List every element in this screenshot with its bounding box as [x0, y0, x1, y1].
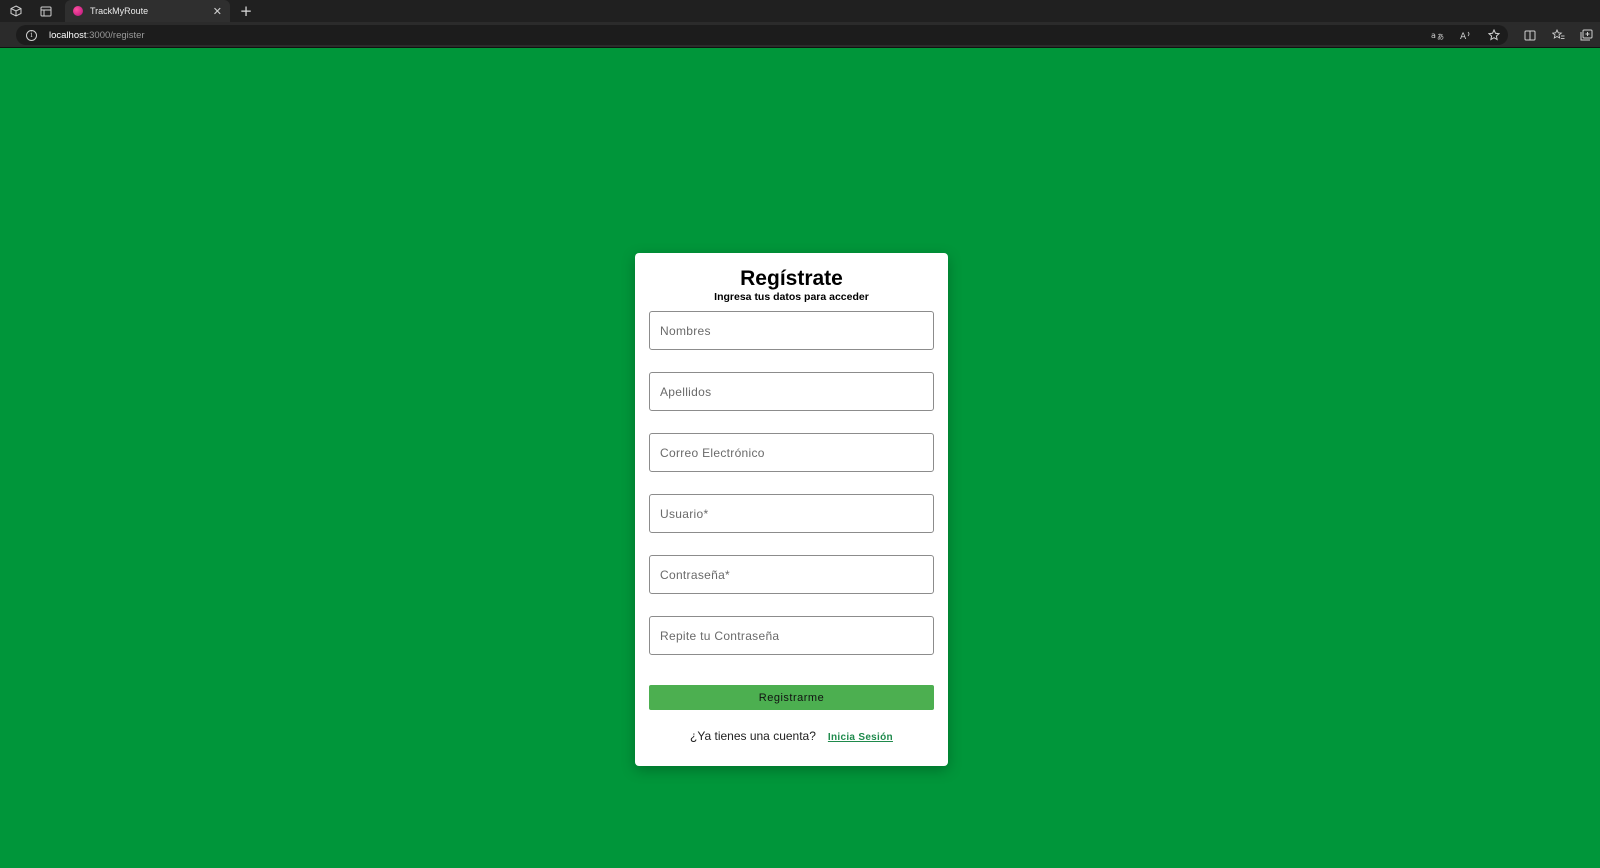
collections-icon[interactable] — [1572, 25, 1600, 45]
split-screen-icon[interactable] — [1516, 25, 1544, 45]
svg-text:a: a — [1431, 31, 1436, 40]
last-name-input[interactable] — [649, 372, 934, 411]
register-button[interactable]: Registrarme — [649, 685, 934, 710]
username-input[interactable] — [649, 494, 934, 533]
new-tab-button[interactable]: + — [236, 0, 256, 22]
app-favicon-icon — [73, 6, 83, 16]
tab-actions-icon[interactable] — [31, 0, 61, 22]
url-host: localhost — [49, 29, 87, 41]
favorite-star-icon[interactable] — [1480, 25, 1508, 45]
tab-title: TrackMyRoute — [90, 6, 149, 16]
browser-tab-bar: TrackMyRoute ✕ + — [0, 0, 1600, 22]
close-tab-icon[interactable]: ✕ — [213, 5, 222, 18]
login-link[interactable]: Inicia Sesión — [828, 732, 893, 743]
confirm-password-input[interactable] — [649, 616, 934, 655]
url-field[interactable]: i localhost:3000/register — [16, 25, 1508, 45]
page-title: Regístrate — [740, 267, 843, 290]
favorites-icon[interactable] — [1544, 25, 1572, 45]
site-info-icon[interactable]: i — [26, 29, 37, 41]
first-name-input[interactable] — [649, 311, 934, 350]
email-input[interactable] — [649, 433, 934, 472]
register-card: Regístrate Ingresa tus datos para accede… — [635, 253, 948, 766]
page-subtitle: Ingresa tus datos para acceder — [714, 291, 869, 303]
translate-icon[interactable]: aあ — [1424, 25, 1452, 45]
url-path: :3000/register — [86, 29, 145, 41]
browser-toolbar-icons: aあ A — [1424, 25, 1600, 45]
login-prompt-text: ¿Ya tienes una cuenta? — [690, 729, 816, 743]
read-aloud-icon[interactable]: A — [1452, 25, 1480, 45]
browser-tab[interactable]: TrackMyRoute ✕ — [65, 0, 230, 22]
browser-address-bar: i localhost:3000/register aあ A — [0, 22, 1600, 48]
password-input[interactable] — [649, 555, 934, 594]
svg-text:A: A — [1460, 32, 1467, 40]
workspaces-icon[interactable] — [1, 0, 31, 22]
url-text: localhost:3000/register — [49, 30, 145, 41]
login-prompt: ¿Ya tienes una cuenta? Inicia Sesión — [635, 729, 948, 743]
svg-text:あ: あ — [1437, 33, 1444, 40]
